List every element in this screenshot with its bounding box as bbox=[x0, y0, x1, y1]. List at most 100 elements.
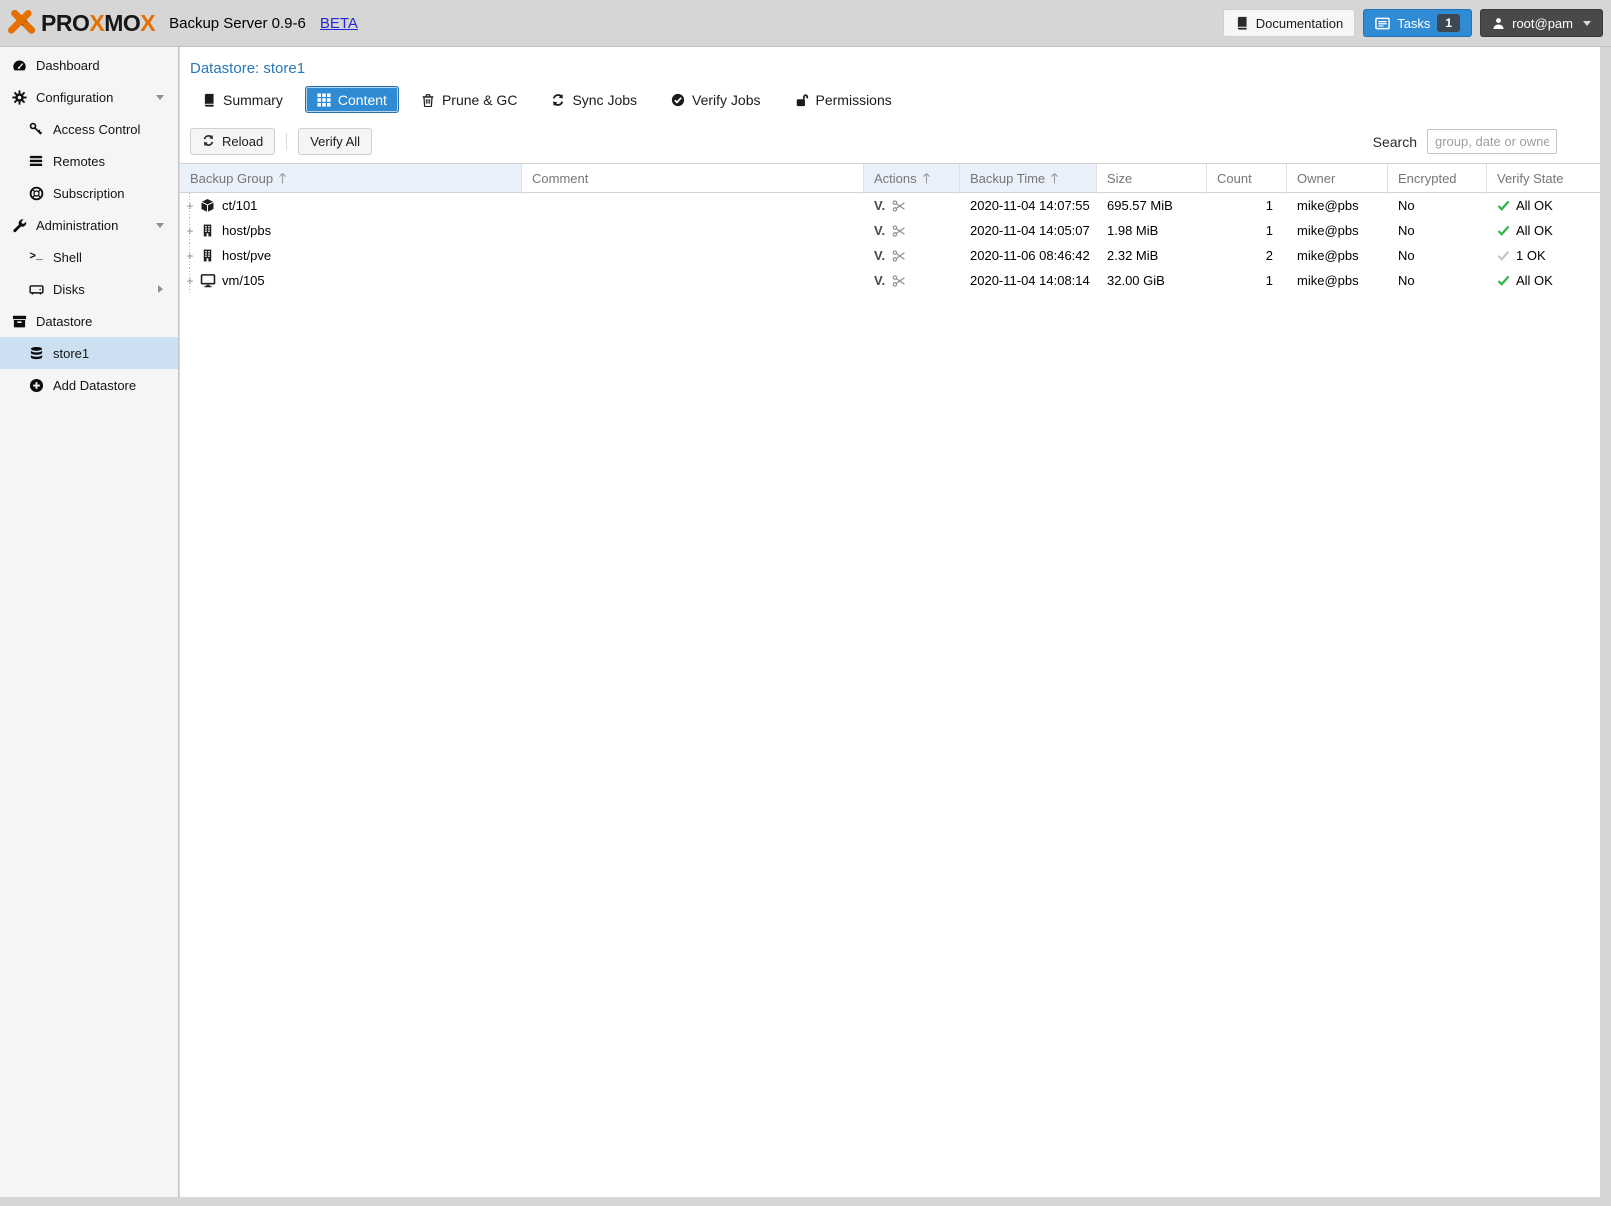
main-panel: Datastore: store1 Summary Content bbox=[180, 47, 1600, 1197]
sidebar-item-subscription[interactable]: Subscription bbox=[0, 177, 178, 209]
search-label: Search bbox=[1373, 134, 1417, 150]
sidebar-item-disks[interactable]: Disks bbox=[0, 273, 178, 305]
grid-icon bbox=[317, 93, 331, 107]
sidebar-item-access-control[interactable]: Access Control bbox=[0, 113, 178, 145]
column-label: Owner bbox=[1297, 171, 1335, 186]
size-cell: 2.32 MiB bbox=[1097, 243, 1207, 268]
verify-action-link[interactable]: V. bbox=[874, 198, 885, 213]
sidebar-item-datastore[interactable]: Datastore bbox=[0, 305, 178, 337]
column-header-encrypted[interactable]: Encrypted bbox=[1388, 164, 1487, 193]
expand-icon[interactable]: + bbox=[184, 200, 196, 212]
column-label: Encrypted bbox=[1398, 171, 1457, 186]
tab-label: Sync Jobs bbox=[572, 92, 637, 108]
sidebar-item-administration[interactable]: Administration bbox=[0, 209, 178, 241]
owner-cell: mike@pbs bbox=[1287, 218, 1388, 243]
prune-scissors-icon[interactable] bbox=[892, 274, 906, 288]
search-input[interactable] bbox=[1427, 129, 1557, 154]
verify-state-label: All OK bbox=[1516, 223, 1553, 238]
backup-group-label: host/pve bbox=[222, 248, 271, 263]
comment-cell bbox=[522, 243, 864, 268]
proxmox-x-icon bbox=[8, 10, 35, 37]
proxmox-logo: PROXMOX Backup Server 0.9-6 BETA bbox=[8, 10, 358, 37]
tab-label: Permissions bbox=[816, 92, 892, 108]
chevron-right-icon[interactable] bbox=[158, 285, 163, 293]
tab-content[interactable]: Content bbox=[305, 86, 399, 113]
wrench-icon bbox=[11, 218, 27, 233]
book-icon bbox=[1235, 16, 1249, 30]
brand-part: PRO bbox=[41, 10, 89, 36]
prune-scissors-icon[interactable] bbox=[892, 199, 906, 213]
brand-part-x: X bbox=[89, 10, 104, 36]
chevron-down-icon[interactable] bbox=[156, 223, 164, 228]
sidebar-item-label: Disks bbox=[53, 282, 85, 297]
tab-prune-gc[interactable]: Prune & GC bbox=[409, 86, 529, 113]
backup-group-label: host/pbs bbox=[222, 223, 271, 238]
tab-label: Summary bbox=[223, 92, 283, 108]
sidebar-item-remotes[interactable]: Remotes bbox=[0, 145, 178, 177]
sidebar-item-dashboard[interactable]: Dashboard bbox=[0, 49, 178, 81]
sidebar-item-label: Add Datastore bbox=[53, 378, 136, 393]
prune-scissors-icon[interactable] bbox=[892, 249, 906, 263]
tab-permissions[interactable]: Permissions bbox=[783, 86, 904, 113]
sidebar-item-label: Datastore bbox=[36, 314, 92, 329]
size-cell: 1.98 MiB bbox=[1097, 218, 1207, 243]
column-label: Size bbox=[1107, 171, 1132, 186]
count-cell: 1 bbox=[1207, 193, 1287, 218]
column-label: Count bbox=[1217, 171, 1252, 186]
table-row-host-pbs[interactable]: + host/pbs V. bbox=[180, 218, 1600, 243]
column-header-backup-time[interactable]: Backup Time bbox=[960, 164, 1097, 193]
tab-summary[interactable]: Summary bbox=[190, 86, 295, 113]
column-header-verify-state[interactable]: Verify State bbox=[1487, 164, 1600, 193]
expand-icon[interactable]: + bbox=[184, 250, 196, 262]
sidebar-item-shell[interactable]: >_ Shell bbox=[0, 241, 178, 273]
check-circle-icon bbox=[671, 93, 685, 107]
top-bar: PROXMOX Backup Server 0.9-6 BETA Documen… bbox=[0, 0, 1611, 47]
tab-verify-jobs[interactable]: Verify Jobs bbox=[659, 86, 772, 113]
verify-all-button[interactable]: Verify All bbox=[298, 128, 372, 155]
sidebar-item-label: Access Control bbox=[53, 122, 140, 137]
toolbar-separator bbox=[286, 133, 287, 150]
column-header-comment[interactable]: Comment bbox=[522, 164, 864, 193]
chevron-down-icon[interactable] bbox=[156, 95, 164, 100]
sidebar-item-configuration[interactable]: Configuration bbox=[0, 81, 178, 113]
column-header-size[interactable]: Size bbox=[1097, 164, 1207, 193]
sidebar-item-add-datastore[interactable]: Add Datastore bbox=[0, 369, 178, 401]
documentation-button[interactable]: Documentation bbox=[1223, 9, 1355, 37]
beta-link[interactable]: BETA bbox=[320, 15, 358, 32]
column-label: Verify State bbox=[1497, 171, 1563, 186]
prune-scissors-icon[interactable] bbox=[892, 224, 906, 238]
sidebar-item-label: Subscription bbox=[53, 186, 125, 201]
verify-action-link[interactable]: V. bbox=[874, 248, 885, 263]
key-icon bbox=[28, 122, 44, 136]
container-cube-icon bbox=[199, 198, 216, 213]
tab-sync-jobs[interactable]: Sync Jobs bbox=[539, 86, 649, 113]
owner-cell: mike@pbs bbox=[1287, 268, 1388, 293]
expand-icon[interactable]: + bbox=[184, 225, 196, 237]
tasks-button[interactable]: Tasks 1 bbox=[1363, 9, 1472, 37]
user-menu-button[interactable]: root@pam bbox=[1480, 9, 1603, 37]
column-header-count[interactable]: Count bbox=[1207, 164, 1287, 193]
backup-time-cell: 2020-11-04 14:05:07 bbox=[960, 218, 1097, 243]
expand-icon[interactable]: + bbox=[184, 275, 196, 287]
sidebar-item-store1[interactable]: store1 bbox=[0, 337, 178, 369]
backup-group-label: vm/105 bbox=[222, 273, 265, 288]
comment-cell bbox=[522, 218, 864, 243]
sidebar-item-label: store1 bbox=[53, 346, 89, 361]
count-cell: 1 bbox=[1207, 268, 1287, 293]
database-icon bbox=[28, 346, 44, 361]
verify-action-link[interactable]: V. bbox=[874, 223, 885, 238]
verify-action-link[interactable]: V. bbox=[874, 273, 885, 288]
column-header-backup-group[interactable]: Backup Group bbox=[180, 164, 522, 193]
chevron-down-icon bbox=[1583, 21, 1591, 26]
table-row-vm-105[interactable]: + vm/105 V. bbox=[180, 268, 1600, 293]
reload-button[interactable]: Reload bbox=[190, 128, 275, 155]
check-icon bbox=[1497, 249, 1510, 262]
table-row-host-pve[interactable]: + host/pve V. bbox=[180, 243, 1600, 268]
sidebar-item-label: Dashboard bbox=[36, 58, 100, 73]
table-row-ct-101[interactable]: + ct/101 V. bbox=[180, 193, 1600, 218]
column-header-owner[interactable]: Owner bbox=[1287, 164, 1388, 193]
sidebar-item-label: Configuration bbox=[36, 90, 113, 105]
user-icon bbox=[1492, 17, 1505, 30]
column-header-actions[interactable]: Actions bbox=[864, 164, 960, 193]
comment-cell bbox=[522, 193, 864, 218]
